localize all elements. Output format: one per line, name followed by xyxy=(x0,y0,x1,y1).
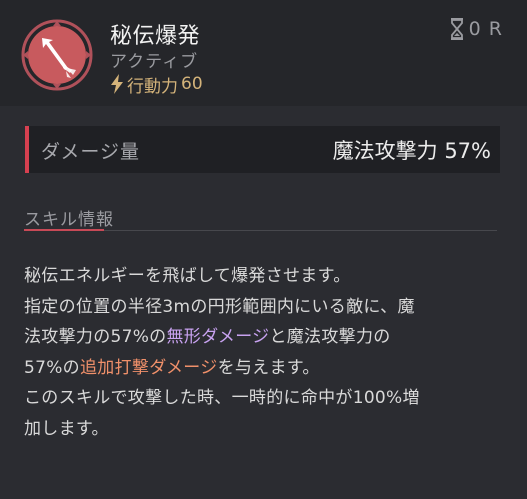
skill-type: アクティブ xyxy=(110,52,199,72)
damage-value: 魔法攻撃力 57% xyxy=(332,139,491,163)
description-text: 57%の xyxy=(24,357,80,378)
description-line: 指定の位置の半径3mの円形範囲内にいる敵に、魔 xyxy=(24,296,415,317)
action-cost-value: 60 xyxy=(181,74,203,94)
skill-header: 秘伝爆発 アクティブ 行動力 60 0 R xyxy=(0,0,527,106)
description-line: 法攻撃力の57%の無形ダメージと魔法攻撃力の xyxy=(24,322,502,353)
section-accent-underline xyxy=(24,229,104,231)
action-cost-label: 行動力 xyxy=(127,76,178,97)
cooldown: 0 R xyxy=(449,18,503,40)
damage-label: ダメージ量 xyxy=(41,141,141,163)
description-text: 法攻撃力の57%の xyxy=(24,327,167,347)
skill-name: 秘伝爆発 xyxy=(110,24,201,49)
feathered-arrow-icon xyxy=(21,19,93,91)
hourglass-icon xyxy=(450,18,463,40)
formless-damage-highlight: 無形ダメージ xyxy=(166,327,270,347)
description-text: と魔法攻撃力の xyxy=(269,327,391,347)
action-cost: 行動力 60 xyxy=(110,72,203,97)
cooldown-value: 0 R xyxy=(468,18,503,40)
additional-strike-damage-highlight: 追加打撃ダメージ xyxy=(80,357,218,378)
description-text: を与えます。 xyxy=(217,357,320,378)
description-line: このスキルで攻撃した時、一時的に命中が100%増 xyxy=(24,388,420,408)
section-title: スキル情報 xyxy=(24,210,114,230)
description-line: 加します。 xyxy=(24,418,109,439)
skill-description: 秘伝エネルギーを飛ばして爆発させます。 指定の位置の半径3mの円形範囲内にいる敵… xyxy=(24,261,502,444)
damage-box: ダメージ量 魔法攻撃力 57% xyxy=(25,126,500,173)
lightning-bolt-icon xyxy=(111,74,123,94)
damage-accent-bar xyxy=(25,126,29,173)
description-line: 57%の追加打撃ダメージを与えます。 xyxy=(24,353,502,384)
description-line: 秘伝エネルギーを飛ばして爆発させます。 xyxy=(24,266,351,286)
skill-tooltip: 秘伝爆発 アクティブ 行動力 60 0 R ダメージ量 魔法攻撃力 57% スキ… xyxy=(0,0,527,499)
